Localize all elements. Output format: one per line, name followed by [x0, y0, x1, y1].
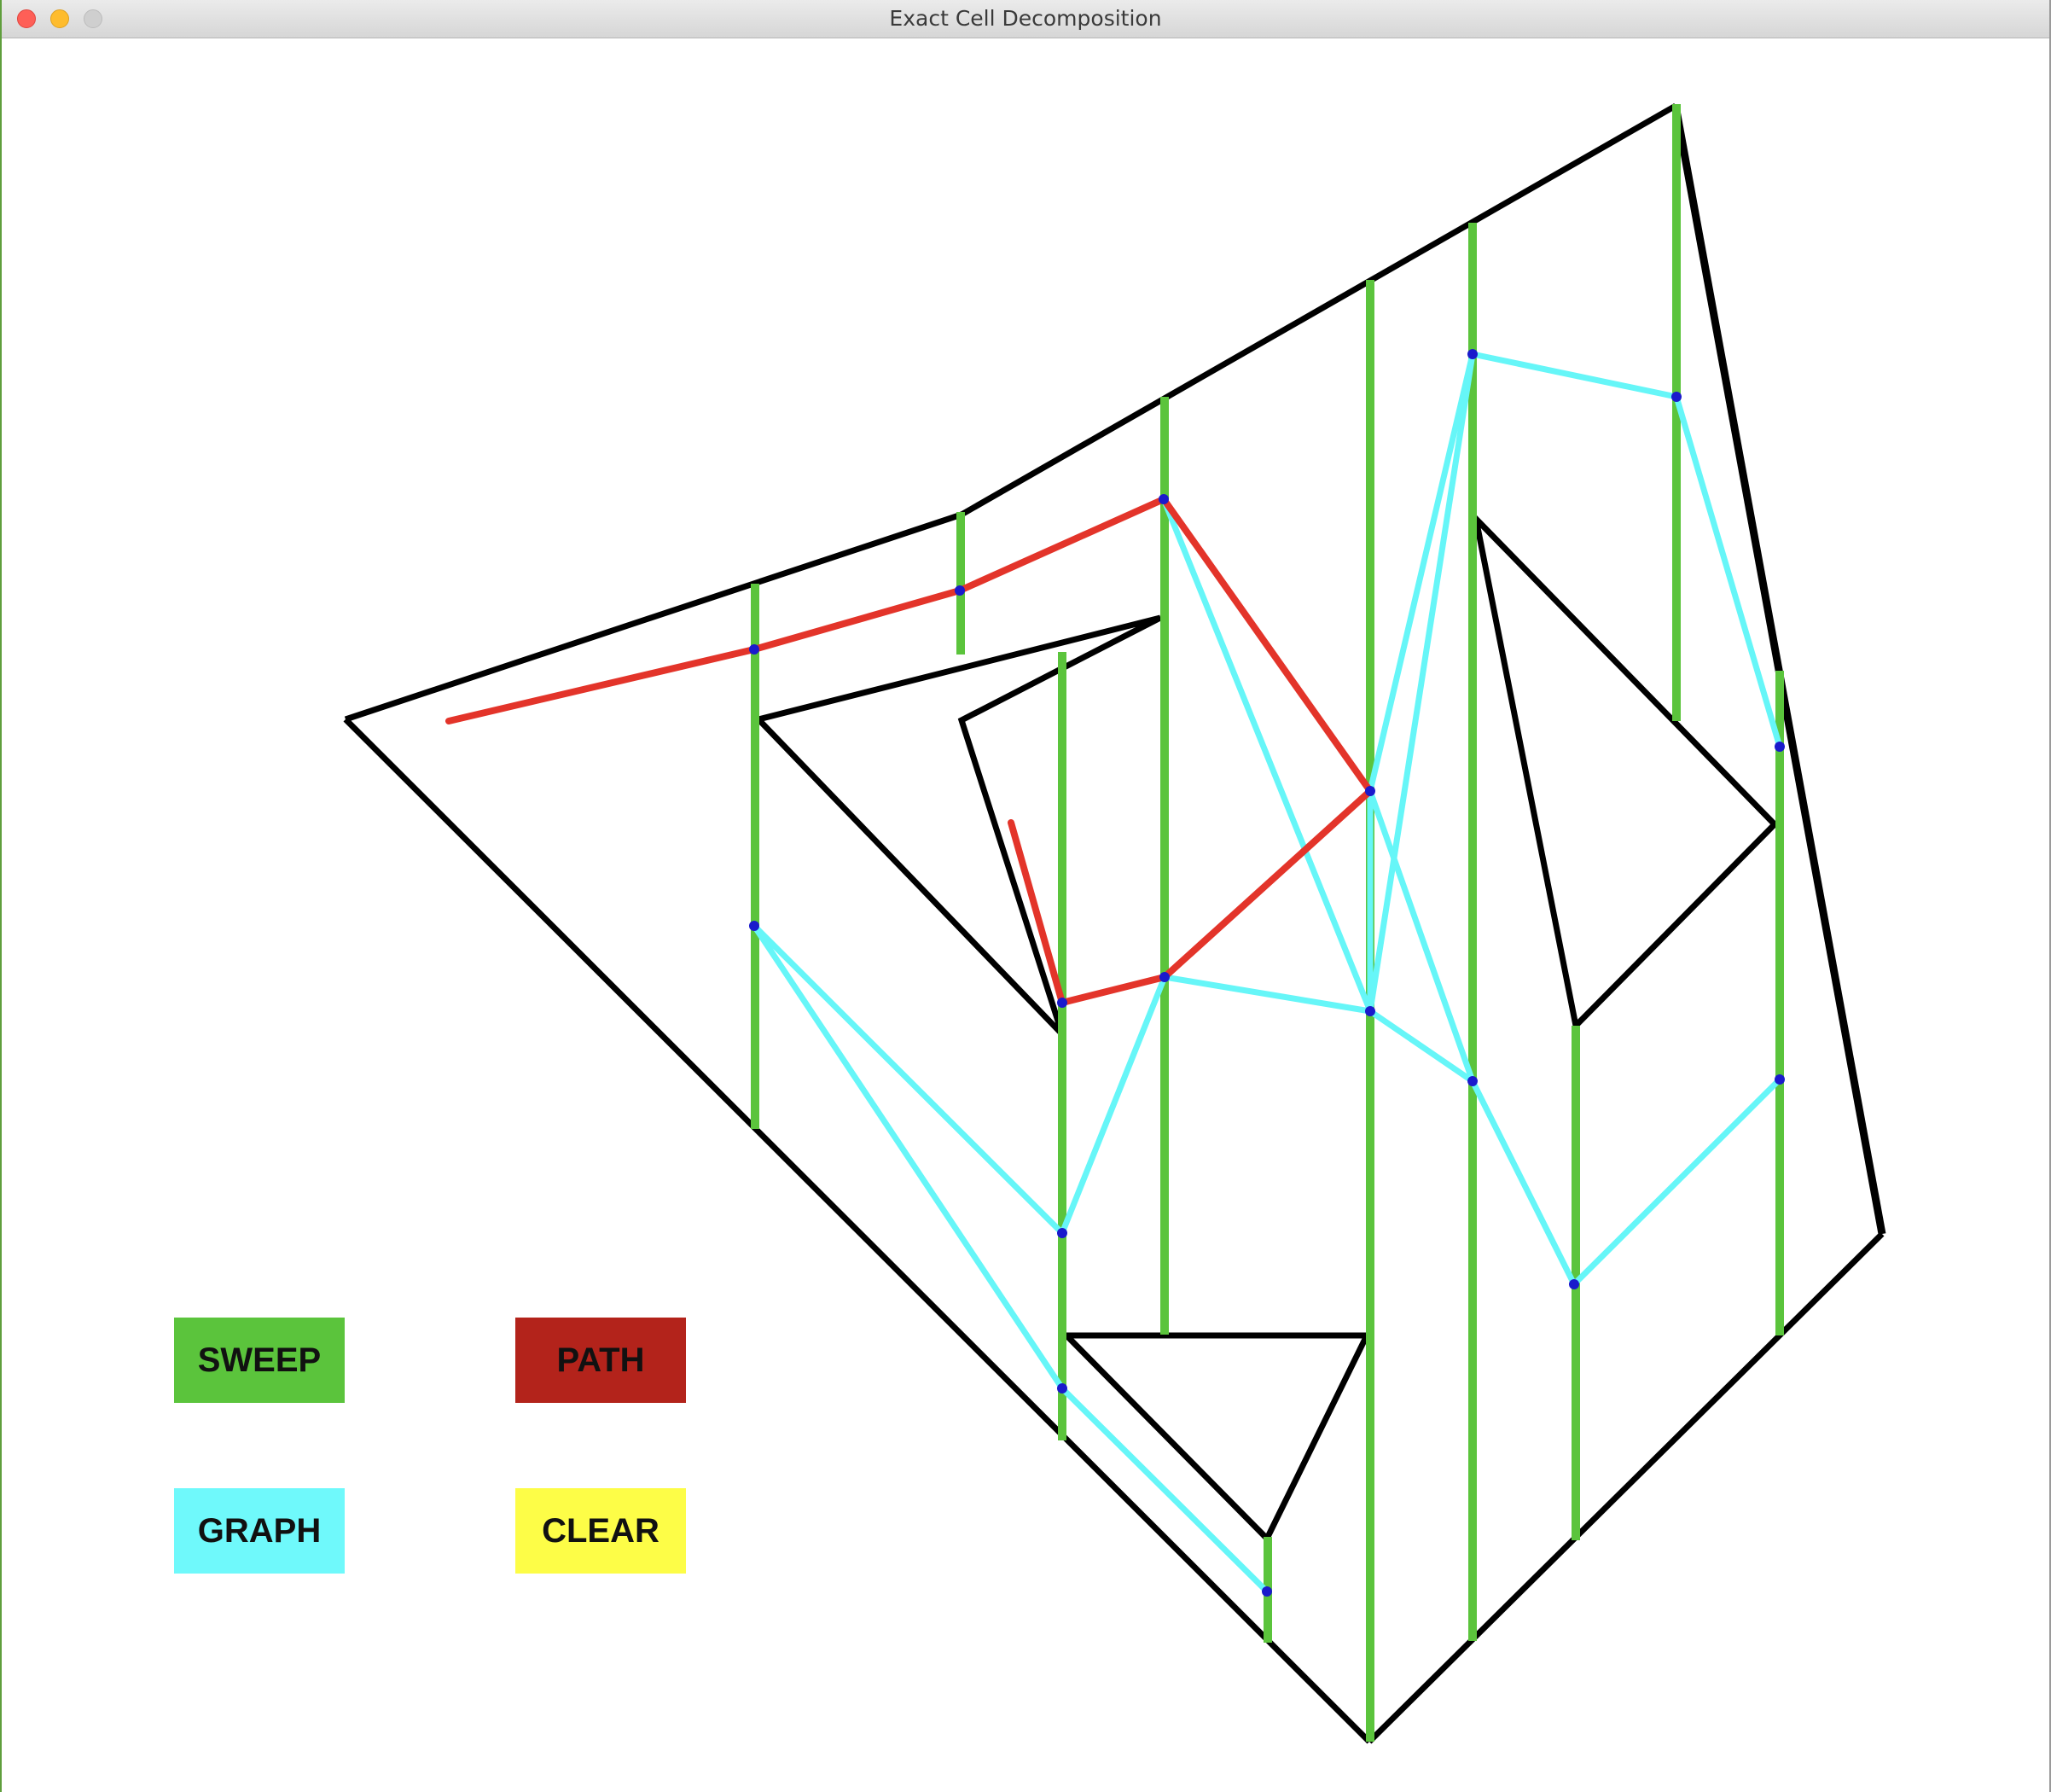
- graph-node: [1775, 1074, 1785, 1085]
- graph-edge: [1059, 1385, 1270, 1595]
- graph-node: [1159, 494, 1169, 504]
- graph-edge: [751, 922, 1066, 1392]
- graph-node: [1569, 1279, 1579, 1289]
- graph-edge: [1469, 1078, 1577, 1288]
- boundary-edge: [1367, 1231, 1885, 1744]
- boundary-edge: [960, 102, 1677, 518]
- graph-edge: [1161, 974, 1374, 1015]
- graph-edge: [1571, 1076, 1783, 1288]
- sweep-lines: [751, 104, 1784, 1742]
- graph-edge: [1367, 351, 1476, 1015]
- graph-node: [1467, 349, 1478, 359]
- graph-edge: [1367, 351, 1476, 794]
- graph-node: [1057, 1228, 1067, 1238]
- title-bar: Exact Cell Decomposition: [2, 0, 2049, 38]
- graph-edge: [751, 922, 1066, 1236]
- sweep-button[interactable]: SWEEP: [174, 1318, 345, 1403]
- path-segment: [445, 496, 1374, 1006]
- graph-node: [1775, 742, 1785, 752]
- graph-button[interactable]: GRAPH: [174, 1488, 345, 1574]
- graph-node: [749, 921, 759, 931]
- path: [445, 496, 1374, 1006]
- graph-node: [955, 585, 965, 596]
- graph-node: [1365, 1006, 1375, 1016]
- graph-edge: [1059, 974, 1168, 1236]
- graph-edge: [1160, 496, 1374, 1015]
- app-window: Exact Cell Decomposition SWEEP PATH GRAP…: [0, 0, 2051, 1792]
- obstacle-1: [752, 614, 1162, 1037]
- graph-node: [1262, 1586, 1272, 1597]
- path-button[interactable]: PATH: [515, 1318, 686, 1403]
- graph-node: [1365, 786, 1375, 796]
- obstacle-2: [1471, 509, 1779, 1033]
- graph-node: [1057, 998, 1067, 1008]
- graph-node: [1057, 1383, 1067, 1393]
- graph-edge: [1469, 351, 1680, 400]
- graph-node: [1159, 972, 1170, 982]
- obstacles: [752, 509, 1779, 1544]
- clear-button[interactable]: CLEAR: [515, 1488, 686, 1574]
- graph-edge: [1367, 788, 1476, 1085]
- graph-node: [1467, 1076, 1478, 1086]
- graph-node: [749, 644, 759, 655]
- boundary-edge: [343, 717, 1372, 1744]
- window-title: Exact Cell Decomposition: [889, 6, 1162, 31]
- graph-node: [1671, 392, 1682, 402]
